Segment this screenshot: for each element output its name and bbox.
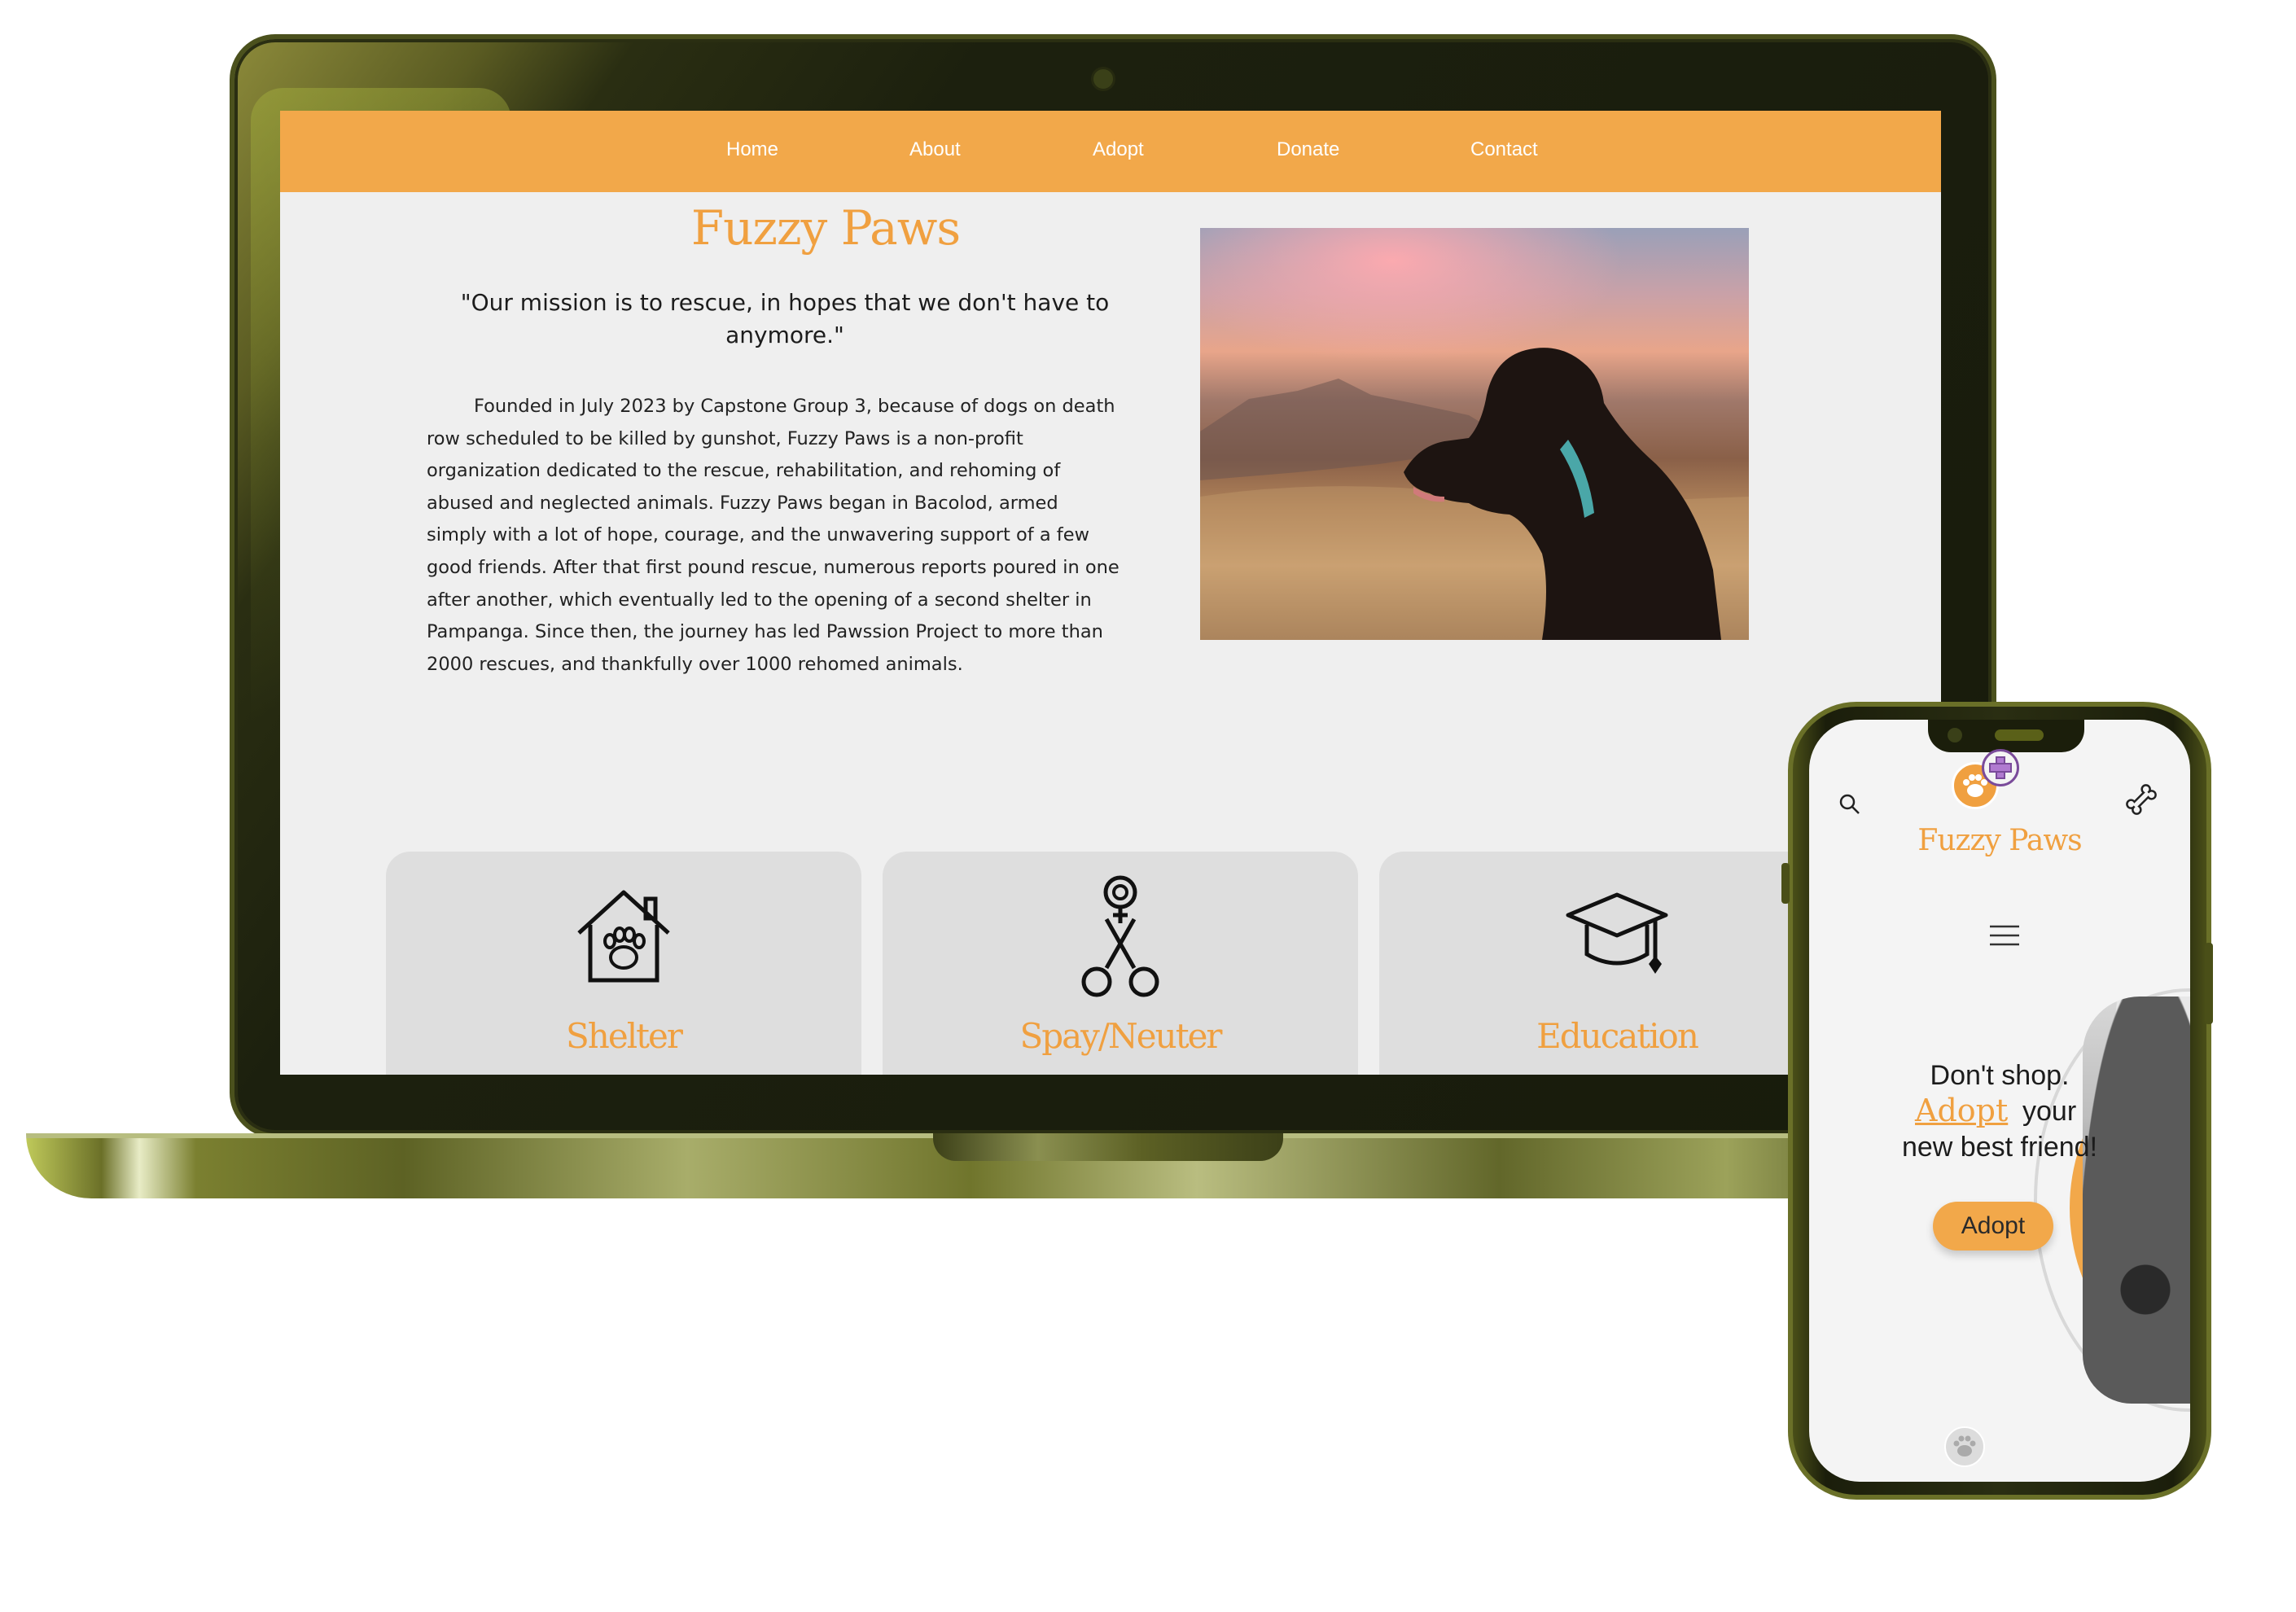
about-paragraph: Founded in July 2023 by Capstone Group 3… <box>427 396 1120 675</box>
hamburger-menu-icon[interactable] <box>1988 923 2021 948</box>
paw-icon[interactable] <box>1944 1426 1985 1467</box>
mobile-brand-title: Fuzzy Paws <box>1917 824 2082 857</box>
brand-title: Fuzzy Paws <box>690 200 961 256</box>
front-camera <box>1948 728 1962 742</box>
nav-about-link[interactable]: About <box>909 132 961 168</box>
tagline-line-1: Don't shop. <box>1930 1060 2070 1091</box>
tagline-adopt-word: Adopt <box>1915 1093 2009 1128</box>
service-card-shelter[interactable]: Shelter <box>386 852 861 1075</box>
adopt-button[interactable]: Adopt <box>1933 1202 2053 1251</box>
search-icon[interactable] <box>1838 793 1861 816</box>
nav-donate-link[interactable]: Donate <box>1277 132 1339 168</box>
card-title: Spay/Neuter <box>1019 1016 1222 1056</box>
tagline-your: your <box>2022 1096 2077 1127</box>
mission-quote: "Our mission is to rescue, in hopes that… <box>460 289 1110 348</box>
phone-notch <box>1928 720 2084 752</box>
service-card-spay-neuter[interactable]: Spay/Neuter <box>883 852 1358 1075</box>
desktop-website-screen: Home About Adopt Donate Contact Fuzzy Pa… <box>280 111 1941 1075</box>
card-title: Education <box>1536 1016 1699 1056</box>
scissors-female-icon <box>1081 875 1159 997</box>
tagline-line-3: new best friend! <box>1901 1132 2098 1163</box>
bone-icon[interactable] <box>2123 782 2159 817</box>
nav-home-link[interactable]: Home <box>726 132 778 168</box>
phone-side-button <box>2205 943 2213 1024</box>
nav-adopt-link[interactable]: Adopt <box>1093 132 1144 168</box>
dog-sunset-photo <box>1200 228 1749 640</box>
medical-plus-icon <box>1982 749 2019 786</box>
card-title: Shelter <box>566 1016 683 1056</box>
laptop-hinge-notch <box>933 1133 1283 1161</box>
top-navigation-bar: Home About Adopt Donate Contact <box>280 111 1941 192</box>
mobile-website-screen: Fuzzy Paws Don't shop. Adopt your new be… <box>1809 720 2190 1482</box>
nav-contact-link[interactable]: Contact <box>1470 132 1538 168</box>
earpiece-speaker <box>1995 729 2044 741</box>
hero-dog-photo <box>2083 997 2190 1404</box>
house-paw-icon <box>577 890 670 983</box>
webcam <box>1091 67 1115 91</box>
phone-volume-button <box>1781 863 1790 904</box>
dog-silhouette-icon <box>1404 348 1721 640</box>
graduation-cap-icon <box>1566 892 1668 974</box>
